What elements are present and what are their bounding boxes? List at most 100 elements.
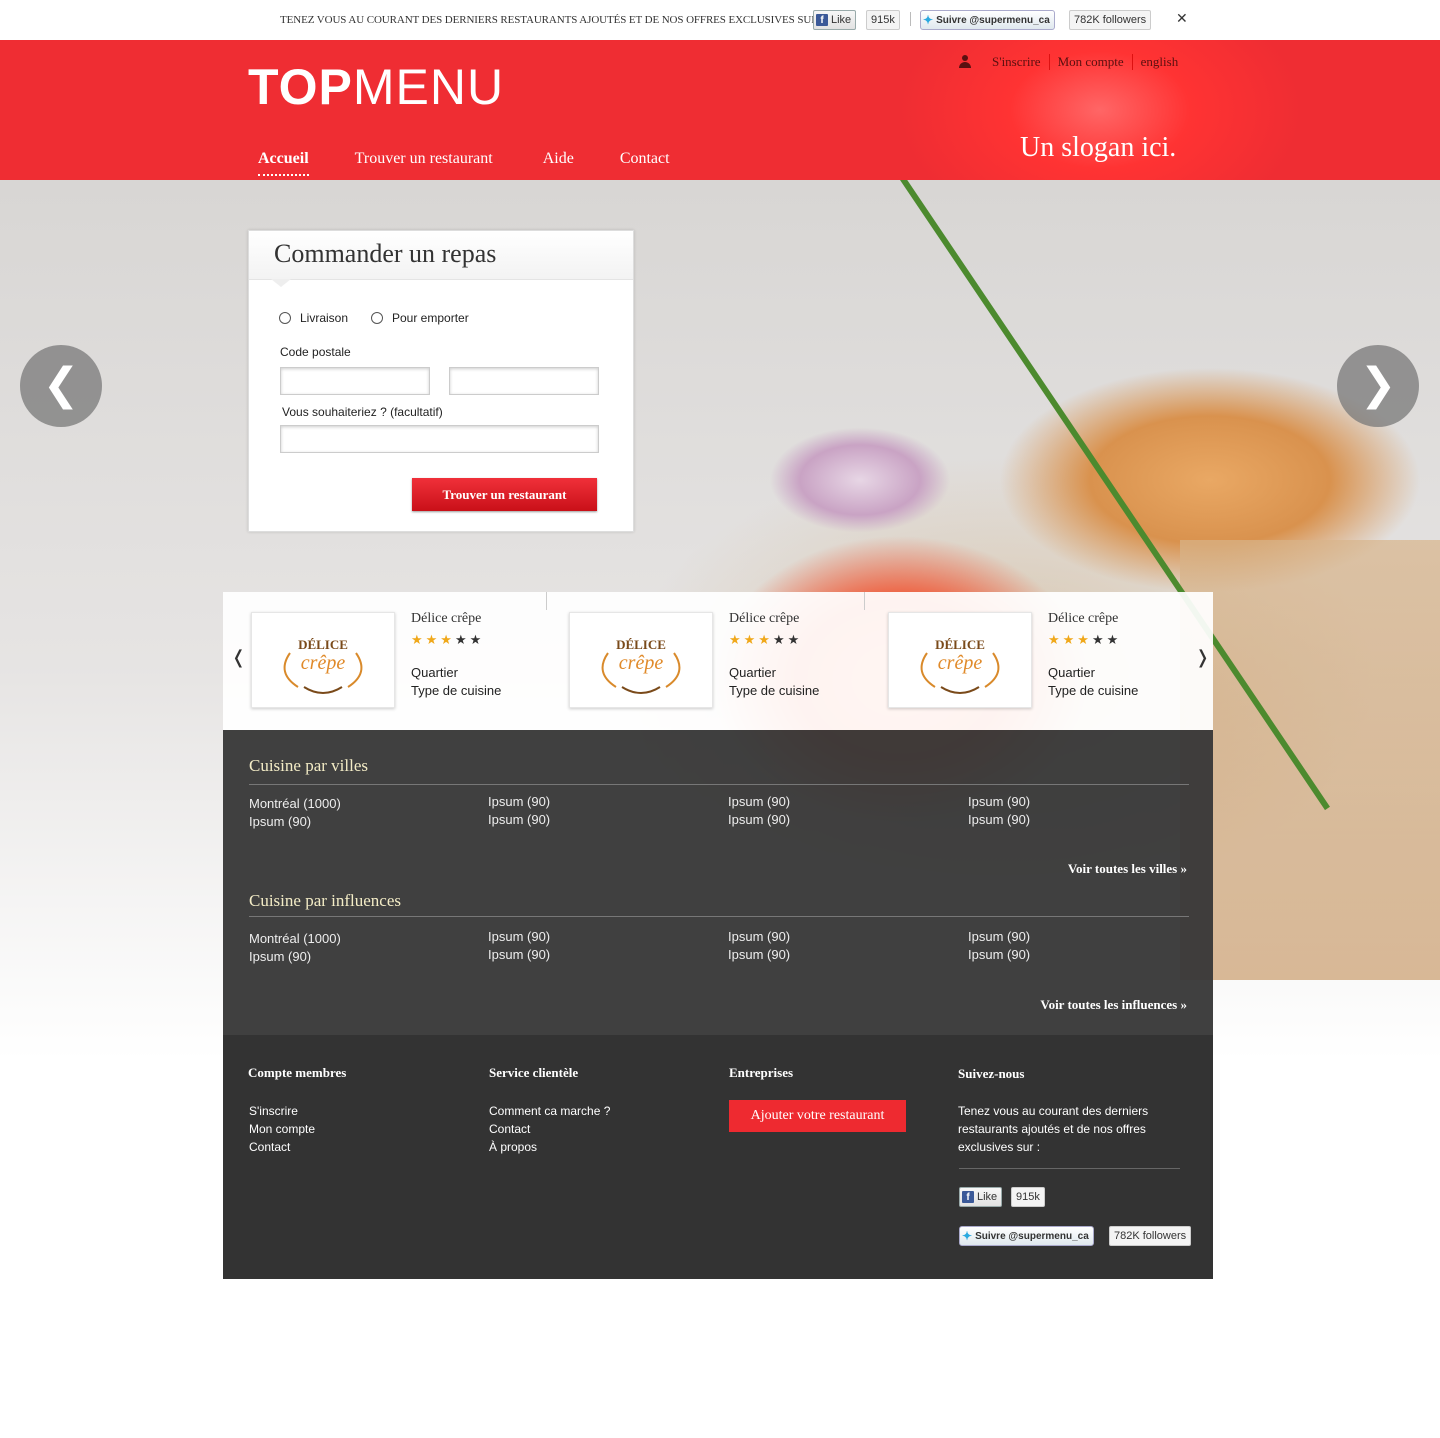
site-footer: Compte membres S'inscrire Mon compte Con… bbox=[223, 1035, 1213, 1279]
restaurant-quartier: Quartier bbox=[1048, 665, 1095, 680]
footer-account-link[interactable]: Mon compte bbox=[249, 1120, 315, 1138]
footer-about-link[interactable]: À propos bbox=[489, 1138, 610, 1156]
my-account-link[interactable]: Mon compte bbox=[1048, 54, 1132, 70]
city-link[interactable]: Ipsum (90) bbox=[728, 793, 790, 811]
wish-input[interactable] bbox=[280, 425, 599, 453]
city-link[interactable]: Ipsum (90) bbox=[968, 811, 1030, 829]
footer-facebook-like-button[interactable]: f Like bbox=[959, 1187, 1003, 1207]
facebook-like-button[interactable]: f Like bbox=[813, 10, 857, 30]
city-link[interactable]: Montréal (1000) bbox=[249, 795, 341, 813]
restaurant-card[interactable]: DÉLICE crêpe Délice crêpe ★★★★★ Quartier… bbox=[223, 592, 547, 730]
facebook-like-label: Like bbox=[831, 14, 852, 26]
influence-link[interactable]: Ipsum (90) bbox=[488, 946, 550, 964]
postal-code-input-2[interactable] bbox=[449, 367, 599, 395]
restaurant-carousel: ❬ ❭ DÉLICE crêpe Délice crêpe ★★★★★ Quar… bbox=[223, 592, 1213, 730]
rating-stars: ★★★★★ bbox=[729, 632, 803, 647]
delice-crepe-logo: DÉLICE crêpe bbox=[601, 637, 681, 694]
twitter-bird-icon: ✦ bbox=[962, 1229, 973, 1243]
restaurant-card[interactable]: DÉLICE crêpe Délice crêpe ★★★★★ Quartier… bbox=[860, 592, 1170, 730]
radio-circle[interactable] bbox=[371, 312, 383, 324]
radio-pour-emporter[interactable]: Pour emporter bbox=[371, 311, 469, 325]
twitter-follower-count: 782K followers bbox=[1069, 10, 1152, 30]
logo-word-top: DÉLICE bbox=[298, 637, 348, 652]
nav-find-restaurant[interactable]: Trouver un restaurant bbox=[355, 150, 493, 176]
footer-how-it-works-link[interactable]: Comment ca marche ? bbox=[489, 1102, 610, 1120]
influence-link[interactable]: Montréal (1000) bbox=[249, 930, 341, 948]
twitter-follow-label: Suivre @supermenu_ca bbox=[936, 14, 1050, 26]
language-link[interactable]: english bbox=[1131, 54, 1187, 70]
rating-stars: ★★★★★ bbox=[1048, 632, 1122, 647]
footer-twitter-follower-count: 782K followers bbox=[1109, 1226, 1192, 1246]
slider-next-button[interactable]: ❯ bbox=[1337, 345, 1419, 427]
nav-contact[interactable]: Contact bbox=[620, 150, 670, 176]
logo-word-bottom: crêpe bbox=[619, 652, 664, 674]
find-restaurant-button[interactable]: Trouver un restaurant bbox=[412, 478, 597, 511]
restaurant-quartier: Quartier bbox=[729, 665, 776, 680]
footer-service-contact-link[interactable]: Contact bbox=[489, 1120, 610, 1138]
radio-circle[interactable] bbox=[279, 312, 291, 324]
section-divider bbox=[249, 916, 1189, 917]
postal-code-label: Code postale bbox=[280, 345, 351, 359]
order-form-header: Commander un repas bbox=[249, 231, 633, 280]
city-column-2: Ipsum (90) Ipsum (90) bbox=[488, 793, 550, 829]
footer-twitter-follow-button[interactable]: ✦ Suivre @supermenu_ca bbox=[959, 1226, 1094, 1246]
twitter-bird-icon: ✦ bbox=[923, 13, 934, 27]
carousel-next-icon[interactable]: ❭ bbox=[1195, 647, 1210, 668]
footer-members-list: S'inscrire Mon compte Contact bbox=[249, 1102, 315, 1156]
influence-link[interactable]: Ipsum (90) bbox=[249, 948, 341, 966]
influence-link[interactable]: Ipsum (90) bbox=[728, 946, 790, 964]
restaurant-card[interactable]: DÉLICE crêpe Délice crêpe ★★★★★ Quartier… bbox=[541, 592, 865, 730]
restaurant-logo[interactable]: DÉLICE crêpe bbox=[251, 612, 395, 708]
restaurant-name[interactable]: Délice crêpe bbox=[411, 611, 481, 627]
city-link[interactable]: Ipsum (90) bbox=[728, 811, 790, 829]
nav-aide[interactable]: Aide bbox=[543, 150, 574, 176]
see-all-cities-link[interactable]: Voir toutes les villes » bbox=[1068, 861, 1187, 877]
city-link[interactable]: Ipsum (90) bbox=[249, 813, 341, 831]
slogan: Un slogan ici. bbox=[1020, 132, 1177, 163]
footer-members-title: Compte membres bbox=[248, 1065, 347, 1080]
influence-link[interactable]: Ipsum (90) bbox=[968, 928, 1030, 946]
logo-word-bottom: crêpe bbox=[301, 652, 346, 674]
delice-crepe-logo: DÉLICE crêpe bbox=[920, 637, 1000, 694]
city-link[interactable]: Ipsum (90) bbox=[488, 793, 550, 811]
facebook-icon: f bbox=[816, 14, 828, 26]
twitter-follow-button[interactable]: ✦ Suivre @supermenu_ca bbox=[920, 10, 1055, 30]
order-form: Commander un repas Livraison Pour emport… bbox=[248, 230, 634, 532]
footer-signup-link[interactable]: S'inscrire bbox=[249, 1102, 315, 1120]
restaurant-logo[interactable]: DÉLICE crêpe bbox=[569, 612, 713, 708]
slider-prev-button[interactable]: ❮ bbox=[20, 345, 102, 427]
influence-link[interactable]: Ipsum (90) bbox=[488, 928, 550, 946]
influence-link[interactable]: Ipsum (90) bbox=[728, 928, 790, 946]
radio-pour-emporter-label: Pour emporter bbox=[392, 311, 469, 325]
restaurant-cuisine-type: Type de cuisine bbox=[411, 683, 502, 698]
city-column-1: Montréal (1000) Ipsum (90) bbox=[249, 795, 341, 831]
footer-follow-text: Tenez vous au courant des derniers resta… bbox=[958, 1104, 1149, 1154]
add-restaurant-button[interactable]: Ajouter votre restaurant bbox=[729, 1100, 906, 1132]
logo-text-light: MENU bbox=[352, 59, 505, 115]
restaurant-cuisine-type: Type de cuisine bbox=[1048, 683, 1139, 698]
footer-contact-link[interactable]: Contact bbox=[249, 1138, 315, 1156]
radio-livraison[interactable]: Livraison bbox=[279, 311, 348, 325]
radio-livraison-label: Livraison bbox=[300, 311, 349, 325]
restaurant-name[interactable]: Délice crêpe bbox=[729, 611, 799, 627]
order-form-title: Commander un repas bbox=[274, 239, 497, 268]
restaurant-cuisine-type: Type de cuisine bbox=[729, 683, 820, 698]
divider bbox=[910, 12, 911, 26]
section-divider bbox=[249, 784, 1189, 785]
signup-link[interactable]: S'inscrire bbox=[984, 54, 1049, 70]
notice-message: TENEZ VOUS AU COURANT DES DERNIERS RESTA… bbox=[280, 14, 825, 26]
topmenu-logo[interactable]: TOPMENU bbox=[248, 62, 504, 112]
city-link[interactable]: Ipsum (90) bbox=[968, 793, 1030, 811]
city-link[interactable]: Ipsum (90) bbox=[488, 811, 550, 829]
restaurant-name[interactable]: Délice crêpe bbox=[1048, 611, 1118, 627]
influence-link[interactable]: Ipsum (90) bbox=[968, 946, 1030, 964]
nav-accueil[interactable]: Accueil bbox=[258, 150, 309, 176]
close-icon[interactable]: ✕ bbox=[1176, 10, 1188, 27]
see-all-influences-link[interactable]: Voir toutes les influences » bbox=[1040, 997, 1187, 1013]
header-notch bbox=[271, 279, 291, 287]
influence-column-2: Ipsum (90) Ipsum (90) bbox=[488, 928, 550, 964]
restaurant-logo[interactable]: DÉLICE crêpe bbox=[888, 612, 1032, 708]
cities-title: Cuisine par villes bbox=[249, 756, 368, 775]
influences-title: Cuisine par influences bbox=[249, 891, 402, 910]
postal-code-input-1[interactable] bbox=[280, 367, 430, 395]
